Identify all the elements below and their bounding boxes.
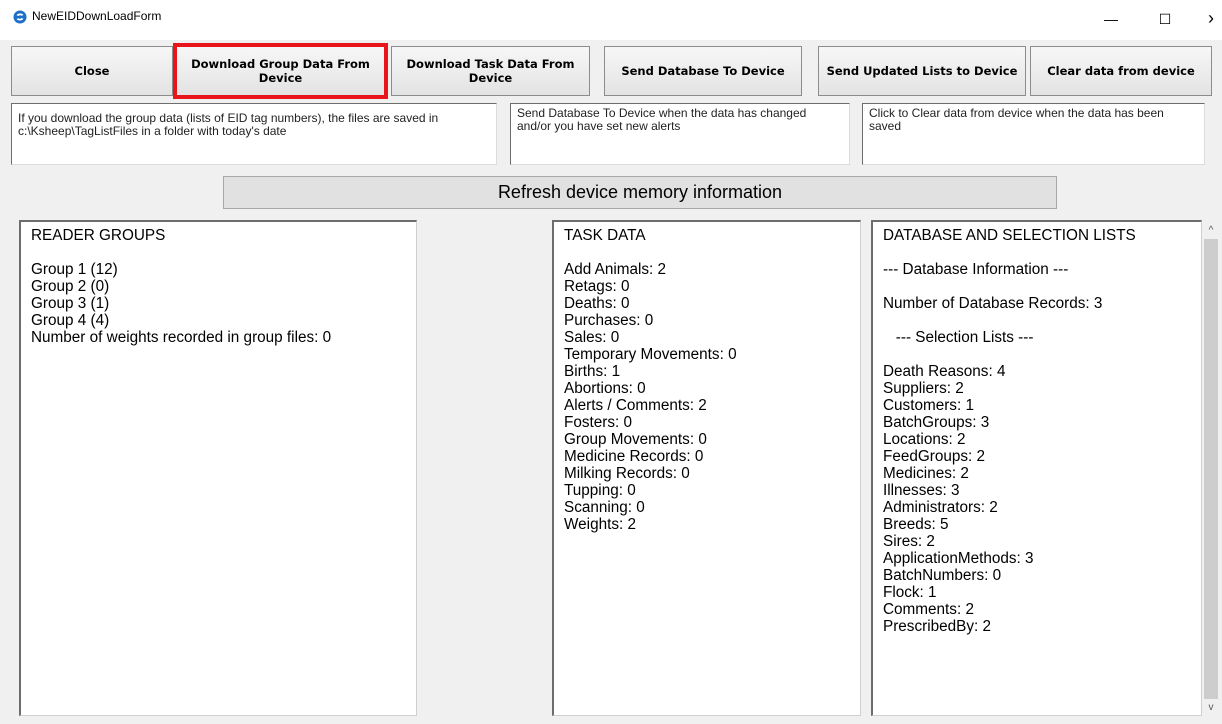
send-database-info-box: Send Database To Device when the data ha… <box>510 103 850 165</box>
list-item: Add Animals: 2 <box>564 261 667 278</box>
list-item: Administrators: 2 <box>883 499 998 516</box>
close-window-button[interactable]: › <box>1196 8 1222 30</box>
database-lists-scrollbar[interactable]: ^ v <box>1202 222 1220 716</box>
database-records-count: Number of Database Records: 3 <box>883 295 1103 312</box>
list-item: Group 4 (4) <box>31 312 110 329</box>
scroll-up-arrow-icon[interactable]: ^ <box>1202 222 1220 239</box>
list-item: FeedGroups: 2 <box>883 448 986 465</box>
task-data-heading: TASK DATA <box>564 227 646 244</box>
list-item: Temporary Movements: 0 <box>564 346 737 363</box>
list-item: Retags: 0 <box>564 278 630 295</box>
download-task-data-label: Download Task Data From Device <box>406 57 575 85</box>
list-item: BatchGroups: 3 <box>883 414 990 431</box>
list-item: Group Movements: 0 <box>564 431 707 448</box>
list-item: Births: 1 <box>564 363 621 380</box>
list-item: Tupping: 0 <box>564 482 636 499</box>
minimize-button[interactable]: — <box>1096 8 1126 30</box>
group-data-info-box: If you download the group data (lists of… <box>11 103 497 165</box>
refresh-memory-button[interactable]: Refresh device memory information <box>223 176 1057 209</box>
close-button[interactable]: Close <box>11 46 173 96</box>
send-database-button[interactable]: Send Database To Device <box>604 46 802 96</box>
database-info-header: --- Database Information --- <box>883 261 1069 278</box>
list-item: ApplicationMethods: 3 <box>883 550 1034 567</box>
send-database-label: Send Database To Device <box>621 64 785 78</box>
list-item: Illnesses: 3 <box>883 482 960 499</box>
download-group-data-button[interactable]: Download Group Data From Device <box>173 43 388 99</box>
list-item: Milking Records: 0 <box>564 465 690 482</box>
list-item: Death Reasons: 4 <box>883 363 1006 380</box>
database-lists-heading: DATABASE AND SELECTION LISTS <box>883 227 1136 244</box>
list-item: Weights: 2 <box>564 516 636 533</box>
list-item: Medicine Records: 0 <box>564 448 704 465</box>
send-updated-lists-button[interactable]: Send Updated Lists to Device <box>818 46 1026 96</box>
database-lists-panel: DATABASE AND SELECTION LISTS --- Databas… <box>871 220 1202 716</box>
list-item: Breeds: 5 <box>883 516 949 533</box>
reader-groups-panel: READER GROUPS Group 1 (12) Group 2 (0) G… <box>19 220 417 716</box>
scroll-thumb[interactable] <box>1204 239 1218 699</box>
list-item: Group 2 (0) <box>31 278 110 295</box>
list-item: Flock: 1 <box>883 584 937 601</box>
list-item: Medicines: 2 <box>883 465 969 482</box>
clear-data-info-text: Click to Clear data from device when the… <box>869 106 1164 133</box>
list-item: Sires: 2 <box>883 533 935 550</box>
title-bar: NewEIDDownLoadForm — ☐ › <box>0 0 1222 40</box>
list-item: Sales: 0 <box>564 329 620 346</box>
list-item: Purchases: 0 <box>564 312 654 329</box>
maximize-button[interactable]: ☐ <box>1150 8 1180 30</box>
list-item: PrescribedBy: 2 <box>883 618 991 635</box>
scroll-down-arrow-icon[interactable]: v <box>1202 699 1220 716</box>
group-data-info-text: If you download the group data (lists of… <box>18 111 439 138</box>
list-item: Locations: 2 <box>883 431 966 448</box>
list-item: Group 3 (1) <box>31 295 110 312</box>
clear-data-button[interactable]: Clear data from device <box>1030 46 1212 96</box>
list-item: Abortions: 0 <box>564 380 646 397</box>
list-item: Comments: 2 <box>883 601 974 618</box>
list-item: Alerts / Comments: 2 <box>564 397 707 414</box>
list-item: BatchNumbers: 0 <box>883 567 1002 584</box>
list-item: Deaths: 0 <box>564 295 630 312</box>
list-item: Customers: 1 <box>883 397 974 414</box>
window-title: NewEIDDownLoadForm <box>32 9 162 23</box>
app-icon <box>13 10 27 24</box>
list-item: Suppliers: 2 <box>883 380 964 397</box>
list-item: Number of weights recorded in group file… <box>31 329 332 346</box>
download-task-data-button[interactable]: Download Task Data From Device <box>391 46 590 96</box>
list-item: Group 1 (12) <box>31 261 118 278</box>
send-updated-lists-label: Send Updated Lists to Device <box>826 64 1018 78</box>
clear-data-info-box: Click to Clear data from device when the… <box>862 103 1205 165</box>
clear-data-label: Clear data from device <box>1047 64 1195 78</box>
send-database-info-text: Send Database To Device when the data ha… <box>517 106 807 133</box>
refresh-memory-label: Refresh device memory information <box>497 182 783 202</box>
reader-groups-heading: READER GROUPS <box>31 227 166 244</box>
close-button-label: Close <box>74 64 110 78</box>
task-data-panel: TASK DATA Add Animals: 2 Retags: 0 Death… <box>552 220 861 716</box>
download-group-data-label: Download Group Data From Device <box>191 57 370 85</box>
list-item: Fosters: 0 <box>564 414 633 431</box>
selection-lists-header: --- Selection Lists --- <box>883 329 1034 346</box>
list-item: Scanning: 0 <box>564 499 645 516</box>
